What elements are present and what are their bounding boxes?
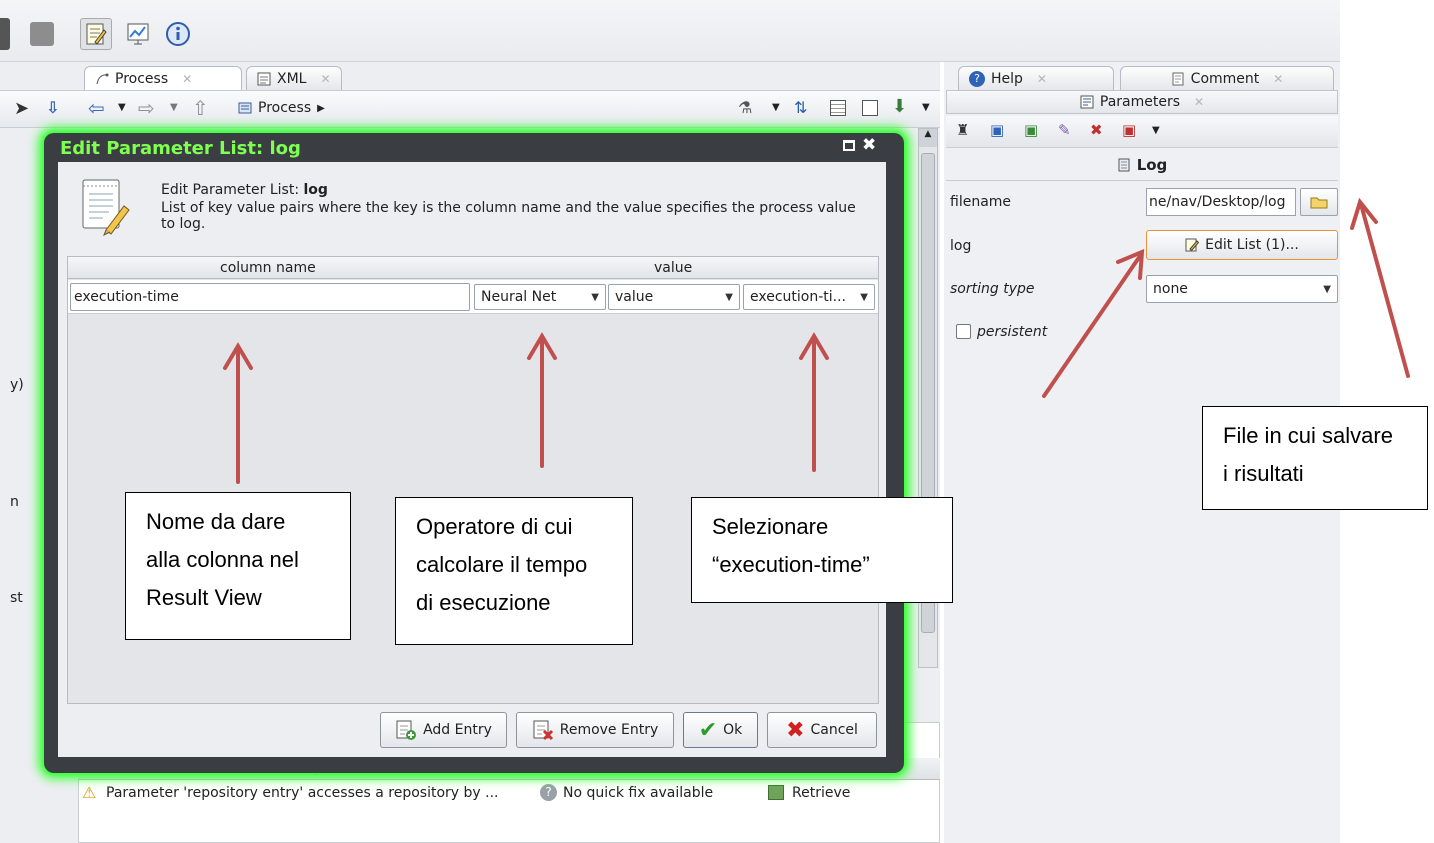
arrow-diag	[1042, 254, 1142, 398]
annotation-line: Nome da dare	[146, 509, 286, 534]
annotation-operator: Operatore di cui calcolare il tempo di e…	[395, 497, 633, 645]
annotation-line: i risultati	[1223, 461, 1304, 486]
arrow-diag	[1360, 206, 1410, 378]
annotation-select: Selezionare “execution-time”	[691, 497, 953, 603]
annotation-line: Operatore di cui	[416, 514, 573, 539]
annotation-line: File in cui salvare	[1223, 423, 1393, 448]
annotation-line: di esecuzione	[416, 590, 551, 615]
annotation-file: File in cui salvare i risultati	[1202, 406, 1428, 510]
annotation-column-name: Nome da dare alla colonna nel Result Vie…	[125, 492, 351, 640]
annotation-line: calcolare il tempo	[416, 552, 588, 577]
annotation-line: alla colonna nel	[146, 547, 299, 572]
annotation-line: Selezionare	[712, 514, 829, 539]
annotation-line: “execution-time”	[712, 552, 870, 577]
annotation-line: Result View	[146, 585, 262, 610]
